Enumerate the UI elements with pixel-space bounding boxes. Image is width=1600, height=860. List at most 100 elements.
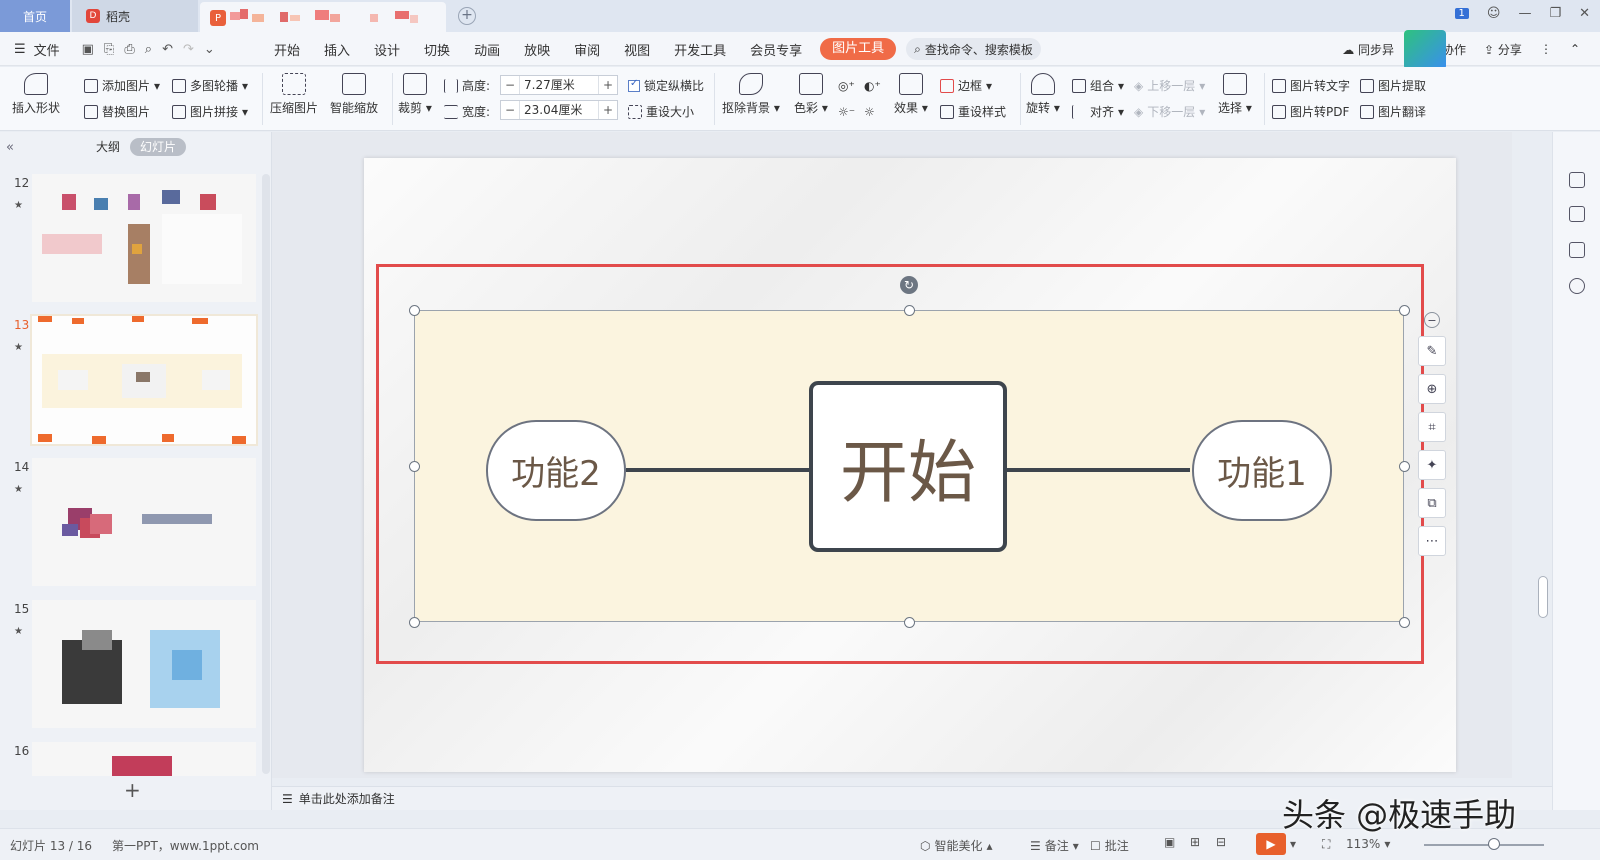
- select-button[interactable]: 选择 ▾: [1218, 73, 1252, 116]
- sync-button[interactable]: ☁ 同步异: [1342, 41, 1394, 58]
- resize-handle-w[interactable]: [409, 461, 420, 472]
- notes-toggle-button[interactable]: ☰ 备注 ▾: [1030, 837, 1079, 854]
- avatar[interactable]: ☺: [1487, 6, 1501, 21]
- brightness-down-icon[interactable]: ☼⁻: [838, 105, 855, 119]
- height-increment[interactable]: +: [599, 78, 617, 92]
- reset-size-button[interactable]: 重设大小: [628, 103, 694, 120]
- idea-bulb-icon[interactable]: ✦: [1418, 450, 1446, 480]
- zoom-level[interactable]: 113% ▾: [1346, 837, 1390, 851]
- resize-handle-ne[interactable]: [1399, 305, 1410, 316]
- more-menu-icon[interactable]: ⋮: [1540, 42, 1552, 56]
- brightness-up-icon[interactable]: ◎⁺: [838, 79, 855, 93]
- tab-document[interactable]: P: [200, 2, 446, 32]
- comments-button[interactable]: ☐ 批注: [1090, 837, 1129, 854]
- slide-thumbnail-14[interactable]: [32, 458, 256, 586]
- color-button[interactable]: 色彩 ▾: [794, 73, 828, 116]
- undo-icon[interactable]: ↶: [162, 42, 173, 57]
- resize-handle-se[interactable]: [1399, 617, 1410, 628]
- new-tab-button[interactable]: +: [458, 7, 476, 25]
- slide-thumbnail-13[interactable]: [30, 314, 258, 446]
- collapse-ribbon-icon[interactable]: ⌃: [1570, 42, 1580, 56]
- rotate-handle-icon[interactable]: ↻: [900, 276, 918, 294]
- floating-app-logo[interactable]: [1404, 30, 1446, 70]
- effect-button[interactable]: 效果 ▾: [894, 73, 928, 116]
- quick-access-more-icon[interactable]: ⌄: [204, 42, 215, 57]
- pic-to-pdf-button[interactable]: 图片转PDF: [1272, 103, 1349, 120]
- more-options-icon[interactable]: ⋯: [1418, 526, 1446, 556]
- add-slide-icon[interactable]: +: [124, 778, 141, 802]
- pic-to-text-button[interactable]: 图片转文字: [1272, 77, 1350, 94]
- restore-icon[interactable]: ❐: [1549, 6, 1561, 21]
- width-increment[interactable]: +: [599, 103, 617, 117]
- star-magic-icon[interactable]: [1569, 206, 1585, 222]
- help-icon[interactable]: [1569, 278, 1585, 294]
- smart-zoom-button[interactable]: 智能缩放: [330, 73, 378, 116]
- tab-review[interactable]: 审阅: [562, 40, 612, 59]
- tab-outline[interactable]: 大纲: [86, 138, 130, 156]
- crop-picture-icon[interactable]: ⌗: [1418, 412, 1446, 442]
- smart-beautify-button[interactable]: ⬡ 智能美化 ▴: [920, 837, 993, 854]
- remove-background-button[interactable]: 抠除背景 ▾: [722, 73, 780, 116]
- print-icon[interactable]: ⎙: [124, 42, 134, 57]
- collapse-panel-icon[interactable]: «: [6, 140, 14, 155]
- grid-view-icon[interactable]: ⊞: [1190, 835, 1200, 849]
- collapse-toolbar-icon[interactable]: −: [1424, 312, 1440, 328]
- width-decrement[interactable]: −: [501, 103, 519, 117]
- tab-view[interactable]: 视图: [612, 40, 662, 59]
- resize-handle-sw[interactable]: [409, 617, 420, 628]
- lock-ratio-checkbox[interactable]: 锁定纵横比: [628, 77, 704, 94]
- tab-picture-tools[interactable]: 图片工具: [820, 38, 897, 60]
- zoom-slider[interactable]: [1424, 844, 1544, 846]
- hamburger-icon[interactable]: ☰: [14, 42, 26, 57]
- crop-button[interactable]: 裁剪 ▾: [398, 73, 432, 116]
- contrast-down-icon[interactable]: ☼: [864, 105, 875, 119]
- normal-view-icon[interactable]: ▣: [1164, 835, 1175, 849]
- slide-thumbnail-12[interactable]: [32, 174, 256, 302]
- slide-thumbnail-15[interactable]: [32, 600, 256, 728]
- lock-ratio-check[interactable]: [628, 78, 640, 92]
- resize-handle-n[interactable]: [904, 305, 915, 316]
- thumbnail-scrollbar[interactable]: [262, 174, 270, 774]
- slide-thumbnail-16[interactable]: [32, 742, 256, 776]
- compress-picture-button[interactable]: 压缩图片: [270, 73, 318, 116]
- play-slideshow-button[interactable]: ▶ ▾: [1256, 833, 1296, 855]
- tab-slides[interactable]: 幻灯片: [130, 138, 187, 156]
- share-button[interactable]: ⇪ 分享: [1484, 41, 1522, 58]
- group-button[interactable]: 组合 ▾: [1072, 77, 1124, 94]
- align-button[interactable]: 对齐 ▾: [1072, 103, 1124, 120]
- tab-developer[interactable]: 开发工具: [662, 40, 738, 59]
- canvas-scrollbar[interactable]: [1536, 140, 1550, 786]
- height-stepper[interactable]: −7.27厘米 +: [500, 75, 618, 95]
- tab-home[interactable]: 首页: [0, 0, 70, 32]
- width-value[interactable]: 23.04厘米: [519, 101, 599, 119]
- rotate-button[interactable]: 旋转 ▾: [1026, 73, 1060, 116]
- tab-insert[interactable]: 插入: [312, 40, 362, 59]
- save-icon[interactable]: ▣: [82, 42, 94, 57]
- contrast-up-icon[interactable]: ◐⁺: [864, 79, 881, 93]
- send-backward-button[interactable]: ◈ 下移一层 ▾: [1134, 103, 1205, 120]
- resize-handle-e[interactable]: [1399, 461, 1410, 472]
- format-painter-icon[interactable]: ⎘: [104, 42, 114, 57]
- resize-handle-s[interactable]: [904, 617, 915, 628]
- properties-icon[interactable]: [1569, 172, 1585, 188]
- border-button[interactable]: 边框 ▾: [940, 77, 992, 94]
- height-decrement[interactable]: −: [501, 78, 519, 92]
- reset-style-button[interactable]: 重设样式: [940, 103, 1006, 120]
- width-stepper[interactable]: −23.04厘米 +: [500, 100, 618, 120]
- notes-placeholder[interactable]: 单击此处添加备注: [299, 790, 395, 807]
- minimize-icon[interactable]: —: [1518, 6, 1531, 21]
- slide-transition-icon[interactable]: [1569, 242, 1585, 258]
- redo-icon[interactable]: ↷: [183, 42, 194, 57]
- pic-extract-button[interactable]: 图片提取: [1360, 77, 1426, 94]
- resize-handle-nw[interactable]: [409, 305, 420, 316]
- picture-layout-icon[interactable]: ⧉: [1418, 488, 1446, 518]
- tab-transition[interactable]: 切换: [412, 40, 462, 59]
- edit-picture-icon[interactable]: ✎: [1418, 336, 1446, 366]
- tab-animation[interactable]: 动画: [462, 40, 512, 59]
- tab-daoke[interactable]: D 稻壳: [72, 0, 198, 32]
- tab-slideshow[interactable]: 放映: [512, 40, 562, 59]
- multi-carousel-button[interactable]: 多图轮播 ▾: [172, 77, 248, 94]
- insert-shape-button[interactable]: 插入形状: [12, 73, 60, 116]
- command-search[interactable]: ⌕ 查找命令、搜索模板: [906, 38, 1041, 60]
- preview-icon[interactable]: ⌕: [145, 42, 152, 57]
